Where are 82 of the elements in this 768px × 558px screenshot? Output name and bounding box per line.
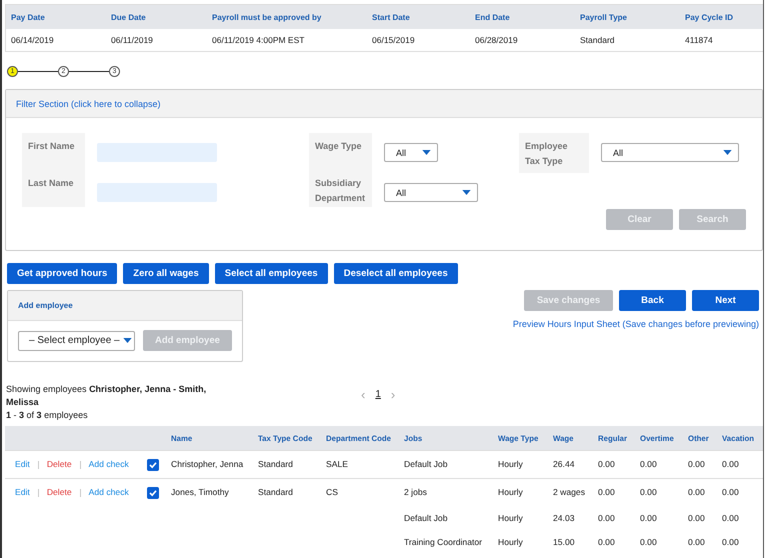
action-button[interactable]: Deselect all employees: [334, 263, 458, 284]
action-link[interactable]: Edit: [15, 459, 30, 469]
table-cell: 0.00: [688, 537, 705, 547]
table-cell: 411874: [680, 29, 763, 52]
table-cell: 06/11/2019: [106, 29, 207, 52]
field-label: Employee Tax Type: [525, 140, 569, 168]
table-cell: 24.03: [553, 513, 575, 523]
table-cell: 15.00: [553, 537, 575, 547]
action-link[interactable]: Edit: [15, 487, 30, 497]
table-cell: Hourly: [498, 459, 523, 469]
panel-title: Add employee: [18, 301, 73, 310]
table-cell: 06/15/2019: [367, 29, 470, 52]
column-header: Payroll Type: [575, 4, 680, 29]
action-link[interactable]: Add check: [88, 459, 129, 469]
table-cell: 2 jobs: [404, 487, 427, 497]
column-header: Start Date: [367, 4, 470, 29]
action-link[interactable]: Add check: [88, 487, 129, 497]
back-button[interactable]: Back: [619, 290, 686, 311]
employee-dropdown[interactable]: – Select employee –: [18, 330, 135, 350]
dropdown[interactable]: All: [601, 143, 739, 162]
delete-link[interactable]: Delete: [46, 487, 72, 497]
table-cell: CS: [326, 487, 338, 497]
table-cell: 0.00: [598, 537, 615, 547]
table-cell: 0.00: [640, 459, 657, 469]
caret-icon: [723, 150, 732, 155]
table-cell: 0.00: [688, 513, 705, 523]
table-cell: 06/28/2019: [470, 29, 575, 52]
caret-icon: [462, 190, 471, 195]
table-cell: 0.00: [598, 513, 615, 523]
table-cell: Default Job: [404, 513, 448, 523]
column-header: End Date: [470, 4, 575, 29]
field-label: First Name: [28, 140, 76, 153]
employee-count: 1 - 3 of 3 employees: [6, 409, 89, 422]
table-cell: Standard: [575, 29, 680, 52]
table-cell: 0.00: [640, 513, 657, 523]
table-cell: 0.00: [722, 537, 739, 547]
table-cell: SALE: [326, 459, 348, 469]
text-field[interactable]: [97, 183, 217, 202]
table-cell: 0.00: [598, 459, 615, 469]
action-button[interactable]: Select all employees: [214, 263, 328, 284]
table-cell: Hourly: [498, 513, 523, 523]
table-cell: Training Coordinator: [404, 537, 482, 547]
table-cell: 0.00: [640, 537, 657, 547]
caret-icon: [122, 338, 132, 343]
table-cell: 0.00: [688, 459, 705, 469]
column-header: Pay Cycle ID: [680, 4, 763, 29]
table-cell: 0.00: [598, 487, 615, 497]
collapse-link[interactable]: Filter Section (click here to collapse): [16, 98, 161, 108]
table-cell: 0.00: [688, 487, 705, 497]
column-header: Due Date: [106, 4, 207, 29]
table-cell: 0.00: [640, 487, 657, 497]
text-field[interactable]: [97, 143, 217, 162]
table-cell: 0.00: [722, 459, 739, 469]
table-cell: Default Job: [404, 459, 448, 469]
column-header: Payroll must be approved by: [207, 4, 367, 29]
table-cell: Standard: [258, 459, 293, 469]
table-cell: Jones, Timothy: [171, 487, 229, 497]
checkbox[interactable]: [147, 459, 159, 471]
table-cell: Christopher, Jenna: [171, 459, 244, 469]
table-cell: 0.00: [722, 487, 739, 497]
dropdown[interactable]: All: [384, 183, 478, 202]
preview-link[interactable]: Preview Hours Input Sheet (Save changes before previewing): [512, 319, 759, 329]
action-button[interactable]: Get approved hours: [7, 263, 118, 284]
next-button[interactable]: Next: [692, 290, 759, 311]
action-button[interactable]: Zero all wages: [123, 263, 209, 284]
field-label: Last Name: [28, 177, 75, 190]
table-cell: 06/11/2019 4:00PM EST: [207, 29, 367, 52]
page-number[interactable]: 1: [375, 388, 381, 402]
delete-link[interactable]: Delete: [46, 459, 72, 469]
table-cell: 0.00: [722, 513, 739, 523]
table-cell: 26.44: [553, 459, 575, 469]
dropdown[interactable]: All: [384, 143, 438, 162]
table-cell: Hourly: [498, 537, 523, 547]
field-label: Subsidiary Department: [315, 177, 366, 205]
table-cell: 2 wages: [553, 487, 586, 497]
column-header: Pay Date: [6, 4, 106, 29]
table-cell: Standard: [258, 487, 293, 497]
table-cell: 06/14/2019: [6, 29, 106, 52]
table-cell: Hourly: [498, 487, 523, 497]
caret-icon: [422, 150, 431, 155]
checkbox[interactable]: [147, 487, 159, 499]
field-label: Wage Type: [315, 140, 363, 153]
